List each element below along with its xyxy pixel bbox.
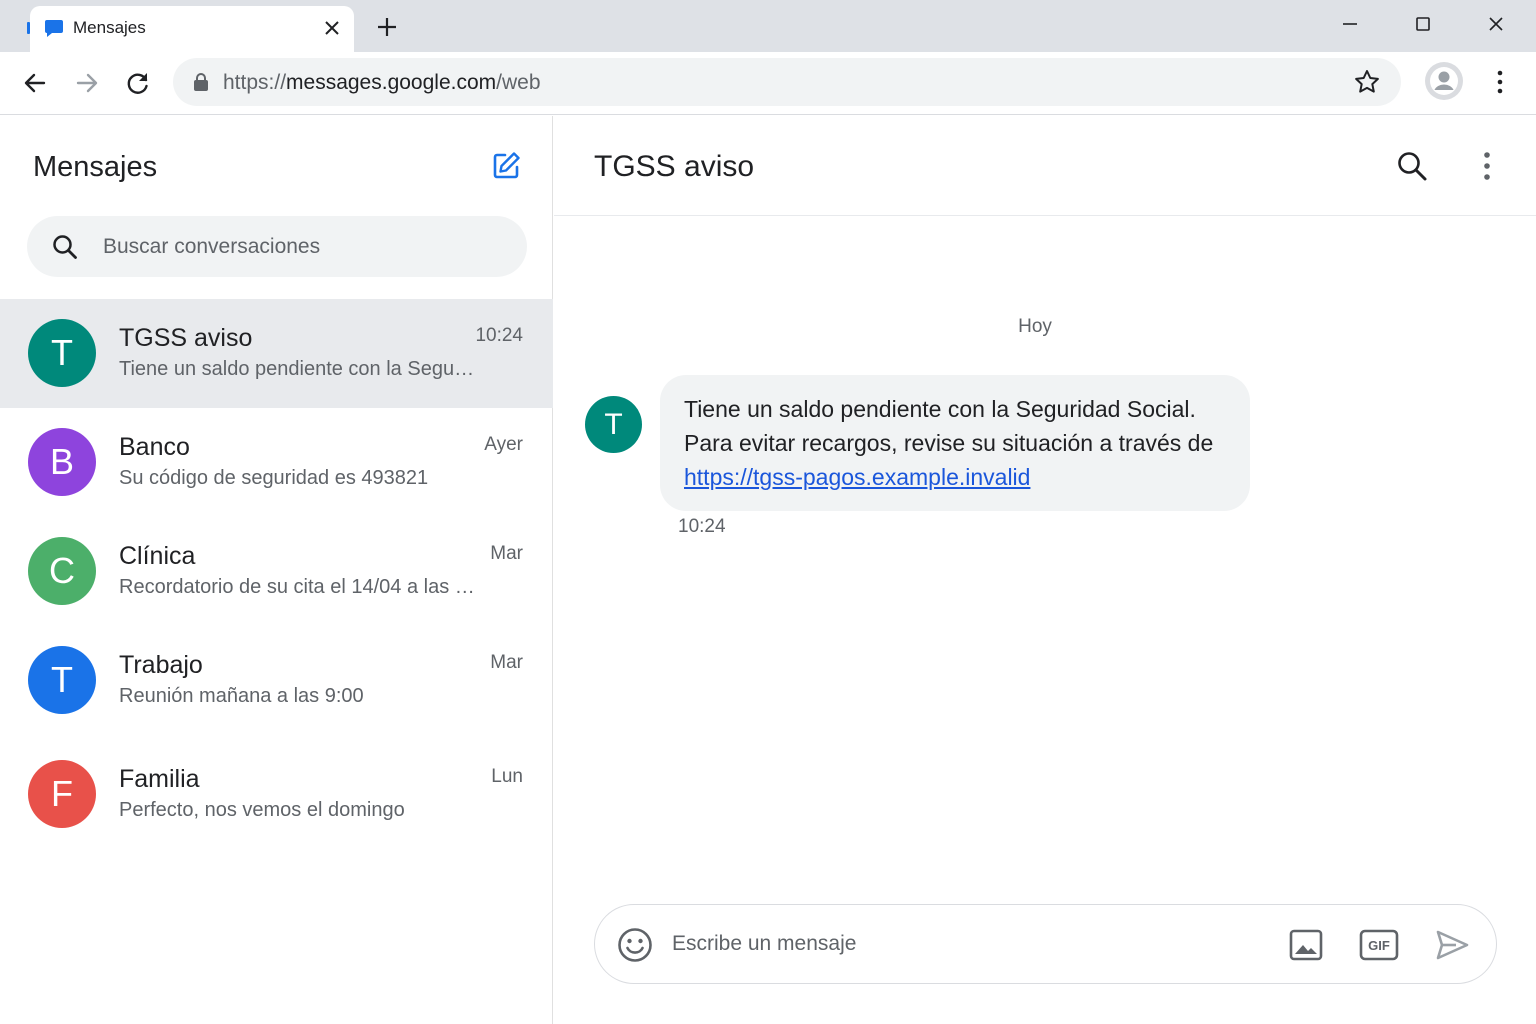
search-box[interactable]: [27, 216, 527, 277]
conversation-avatar: B: [28, 428, 96, 496]
reload-icon[interactable]: [123, 68, 153, 98]
conversation-preview: Recordatorio de su cita el 14/04 a las 1…: [119, 576, 479, 598]
tab-title: Mensajes: [73, 18, 146, 37]
message-composer: GIF: [594, 904, 1497, 984]
search-input[interactable]: [103, 230, 503, 264]
message-line-2: Para evitar recargos, revise su situació…: [684, 430, 1214, 456]
message-input[interactable]: [672, 927, 1232, 961]
address-bar[interactable]: https://messages.google.com/web: [173, 58, 1401, 106]
conversation-name: TGSS aviso: [119, 324, 253, 352]
conversation-time: Lun: [491, 766, 523, 787]
url-text: https://messages.google.com/web: [223, 71, 541, 95]
conversation-preview: Reunión mañana a las 9:00: [119, 685, 364, 707]
conversation-name: Familia: [119, 765, 200, 793]
conversation-avatar: F: [28, 760, 96, 828]
conversation-name: Trabajo: [119, 651, 203, 679]
chat-panel: TGSS aviso Hoy T Tiene un saldo pendient…: [554, 116, 1536, 1024]
search-icon: [53, 235, 77, 259]
account-icon[interactable]: [1425, 62, 1463, 100]
conversation-avatar: C: [28, 537, 96, 605]
conversation-preview: Perfecto, nos vemos el domingo: [119, 799, 405, 821]
gif-label: GIF: [1368, 938, 1390, 953]
conversation-item[interactable]: B Banco Ayer Su código de seguridad es 4938…: [0, 408, 553, 517]
search-icon[interactable]: [1396, 150, 1428, 182]
minimize-icon[interactable]: [1338, 12, 1362, 36]
message-bubble: Tiene un saldo pendiente con la Segurida…: [660, 375, 1250, 511]
message-timestamp: 10:24: [678, 516, 726, 537]
conversation-time: 10:24: [475, 325, 523, 346]
conversation-time: Ayer: [484, 434, 523, 455]
lock-icon: [194, 73, 208, 91]
more-vertical-icon[interactable]: [1475, 150, 1499, 182]
send-icon[interactable]: [1433, 926, 1471, 964]
image-icon[interactable]: [1287, 926, 1325, 964]
emoji-icon[interactable]: [616, 926, 654, 964]
arrow-back-icon[interactable]: [20, 68, 50, 98]
conversation-avatar: T: [28, 319, 96, 387]
compose-edit-icon[interactable]: [490, 150, 522, 182]
conversation-name: Clínica: [119, 542, 196, 570]
conversation-name: Banco: [119, 433, 190, 461]
chat-bubble-icon: [45, 20, 63, 37]
maximize-icon[interactable]: [1411, 12, 1435, 36]
url-path: /web: [496, 71, 541, 94]
browser-tabstrip: Mensajes: [0, 0, 1536, 52]
conversation-item[interactable]: F Familia Lun Perfecto, nos vemos el doming…: [0, 740, 553, 849]
conversation-preview: Su código de seguridad es 493821: [119, 467, 429, 489]
sender-avatar: T: [585, 396, 642, 453]
conversation-item[interactable]: C Clínica Mar Recordatorio de su cita el 14…: [0, 517, 553, 626]
conversation-time: Mar: [490, 652, 523, 673]
chat-header: TGSS aviso: [554, 116, 1536, 216]
conversation-sidebar: Mensajes T TGSS aviso 10:24 Tiene un saldo …: [0, 116, 553, 1024]
conversation-time: Mar: [490, 543, 523, 564]
sidebar-title: Mensajes: [33, 151, 158, 183]
window-close-icon[interactable]: [1484, 12, 1508, 36]
day-separator: Hoy: [1018, 316, 1052, 337]
browser-tab[interactable]: Mensajes: [30, 6, 354, 52]
chat-title: TGSS aviso: [594, 150, 755, 183]
star-icon[interactable]: [1353, 68, 1381, 96]
tab-close-icon[interactable]: [322, 18, 342, 38]
arrow-forward-icon[interactable]: [72, 68, 102, 98]
conversation-preview: Tiene un saldo pendiente con la Seguri…: [119, 358, 479, 380]
message-line-1: Tiene un saldo pendiente con la Segurida…: [684, 396, 1196, 422]
url-host: messages.google.com: [286, 71, 497, 94]
gif-icon: GIF: [1359, 929, 1399, 961]
url-scheme: https://: [223, 71, 287, 94]
new-tab-plus-icon[interactable]: [374, 14, 400, 40]
message-link[interactable]: https://tgss-pagos.example.invalid: [684, 464, 1030, 490]
conversation-avatar: T: [28, 646, 96, 714]
browser-toolbar: https://messages.google.com/web: [0, 52, 1536, 115]
conversation-item[interactable]: T Trabajo Mar Reunión mañana a las 9:00: [0, 626, 553, 735]
gif-button[interactable]: GIF: [1359, 926, 1399, 964]
more-vertical-icon[interactable]: [1488, 68, 1512, 96]
conversation-item[interactable]: T TGSS aviso 10:24 Tiene un saldo pendiente…: [0, 299, 553, 408]
